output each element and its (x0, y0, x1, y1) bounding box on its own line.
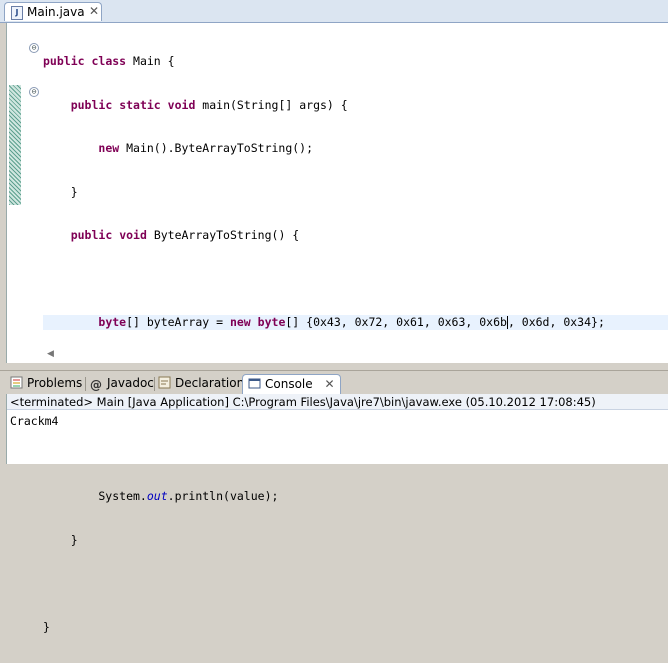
console-icon (248, 378, 261, 389)
code-line: System.out.println(value); (43, 489, 279, 503)
console-output: Crackm4 (10, 414, 59, 428)
code-line: public static void main(String[] args) { (70, 97, 348, 112)
tab-console-label: Console (265, 377, 313, 391)
horizontal-scrollbar[interactable]: ◀ (43, 349, 668, 361)
text-caret (506, 316, 508, 329)
tab-javadoc-label: Javadoc (107, 376, 154, 390)
scroll-left-arrow-icon[interactable]: ◀ (47, 349, 54, 359)
close-icon[interactable]: ✕ (89, 4, 99, 18)
code-line: } (43, 532, 78, 547)
code-area[interactable]: public class Main { public static void m… (43, 25, 668, 663)
tab-declaration-label: Declaration (175, 376, 245, 390)
editor-tab-label: Main.java (27, 5, 85, 19)
console-view[interactable]: <terminated> Main [Java Application] C:\… (6, 394, 668, 464)
javadoc-icon: @ (90, 378, 102, 392)
annotation-ruler (7, 23, 21, 363)
fold-collapse-icon[interactable]: ⊖ (29, 43, 39, 53)
code-line: } (43, 619, 50, 634)
console-status-line: <terminated> Main [Java Application] C:\… (7, 394, 668, 410)
tab-divider (85, 377, 86, 391)
bottom-panel-tab-bar: Problems @ Javadoc Declaration Console ✕ (0, 370, 668, 395)
tab-problems[interactable]: Problems (10, 374, 82, 394)
problems-icon (10, 376, 23, 389)
tab-declaration[interactable]: Declaration (158, 374, 244, 394)
editor-tab-bar: J Main.java ✕ (0, 0, 668, 23)
java-file-icon: J (11, 6, 23, 20)
close-icon[interactable]: ✕ (324, 377, 334, 391)
editor-tab-main-java[interactable]: J Main.java ✕ (4, 2, 102, 21)
tab-javadoc[interactable]: @ Javadoc (90, 374, 154, 394)
code-line: new Main().ByteArrayToString(); (98, 141, 314, 155)
tab-console[interactable]: Console ✕ (242, 374, 341, 395)
tab-divider (154, 377, 155, 391)
code-line: } (43, 184, 78, 199)
code-line-current: byte[] byteArray = new byte[] {0x43, 0x7… (43, 315, 668, 330)
code-line: public class Main { (43, 54, 175, 68)
tab-problems-label: Problems (27, 376, 83, 390)
code-line: public void ByteArrayToString() { (70, 228, 300, 242)
quick-diff-change-bar (9, 85, 21, 205)
fold-collapse-icon[interactable]: ⊖ (29, 87, 39, 97)
declaration-icon (158, 376, 171, 389)
code-editor[interactable]: ⊖ ⊖ public class Main { public static vo… (6, 23, 668, 634)
